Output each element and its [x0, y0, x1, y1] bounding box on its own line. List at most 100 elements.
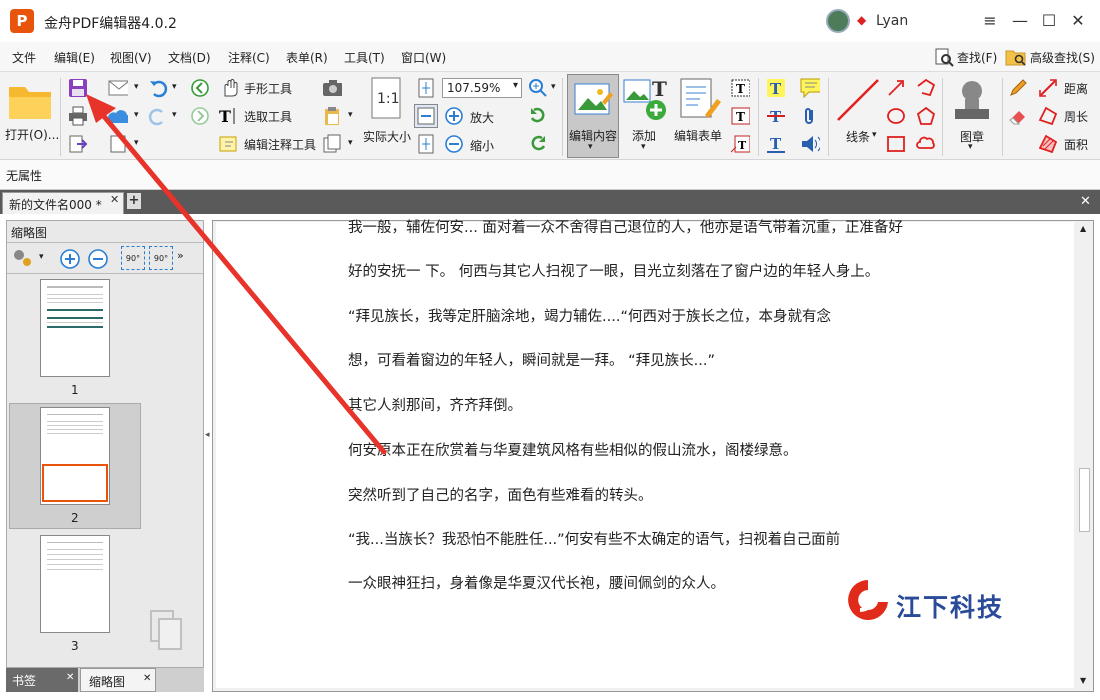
thumbnail-expand-icon[interactable]: »	[177, 249, 184, 262]
edit-content-dropdown-icon[interactable]: ▾	[588, 142, 593, 152]
zoom-tool-icon[interactable]	[528, 78, 548, 98]
edit-form-label[interactable]: 编辑表单	[674, 127, 722, 144]
close-thumbnail-tab-icon[interactable]: ✕	[143, 673, 151, 684]
rotate-left-90-icon[interactable]: 90°	[121, 246, 145, 270]
edit-annotation-icon[interactable]	[218, 134, 238, 154]
email-icon[interactable]	[108, 78, 128, 98]
page-setup-dropdown-icon[interactable]: ▾	[134, 138, 139, 148]
pencil-tool-icon[interactable]	[1008, 78, 1028, 98]
highlight-text-icon[interactable]: T	[766, 78, 786, 98]
copy-page-icon[interactable]	[322, 134, 342, 154]
fit-width-icon[interactable]	[414, 104, 438, 128]
arrow-tool-icon[interactable]	[886, 78, 906, 98]
avatar[interactable]	[826, 9, 850, 33]
zoom-tool-dropdown-icon[interactable]: ▾	[551, 82, 556, 92]
menu-tools[interactable]: 工具(T)	[344, 49, 385, 66]
thumbnail-tab[interactable]: 缩略图 ✕	[80, 668, 156, 692]
select-tool-label[interactable]: 选取工具	[244, 108, 292, 125]
close-all-tabs-icon[interactable]: ✕	[1080, 194, 1091, 209]
hand-tool-label[interactable]: 手形工具	[244, 80, 292, 97]
perimeter-label[interactable]: 周长	[1064, 108, 1088, 125]
distance-icon[interactable]	[1038, 78, 1058, 98]
snapshot-camera-icon[interactable]	[322, 78, 342, 98]
cloud-shape-icon[interactable]	[916, 134, 936, 154]
rotate-counterclockwise-icon[interactable]	[528, 134, 548, 154]
bookmark-tab[interactable]: 书签 ✕	[6, 668, 78, 692]
sound-icon[interactable]	[800, 134, 820, 154]
document-tab[interactable]: 新的文件名000 *	[2, 192, 124, 214]
settings-menu-icon[interactable]: ≡	[975, 8, 1005, 34]
attach-file-icon[interactable]	[800, 106, 820, 126]
underline-text-icon[interactable]: T	[766, 134, 786, 154]
menu-document[interactable]: 文档(D)	[168, 49, 211, 66]
add-icon[interactable]: T	[622, 76, 670, 122]
thumbnail-options-icon[interactable]	[11, 247, 35, 269]
scroll-down-icon[interactable]: ▼	[1080, 676, 1086, 685]
zoom-out-label[interactable]: 缩小	[470, 137, 494, 154]
line-label[interactable]: 线条	[846, 128, 870, 145]
undo-icon[interactable]	[148, 78, 168, 98]
thumbnail-page-1[interactable]	[40, 279, 110, 377]
thumbnail-page-3[interactable]	[40, 535, 110, 633]
ellipse-tool-icon[interactable]	[886, 106, 906, 126]
menu-window[interactable]: 窗口(W)	[401, 49, 446, 66]
email-dropdown-icon[interactable]: ▾	[134, 82, 139, 92]
rotate-clockwise-icon[interactable]	[528, 106, 548, 126]
scrollbar-thumb[interactable]	[1079, 468, 1090, 532]
open-label[interactable]: 打开(O)...	[5, 126, 59, 143]
advanced-find-button[interactable]: 高级查找(S)	[1005, 46, 1095, 68]
undo-dropdown-icon[interactable]: ▾	[172, 82, 177, 92]
scroll-up-icon[interactable]: ▲	[1080, 224, 1086, 233]
maximize-button[interactable]: ☐	[1034, 8, 1064, 34]
menu-edit[interactable]: 编辑(E)	[54, 49, 95, 66]
eraser-tool-icon[interactable]	[1008, 106, 1028, 126]
thumbnail-zoom-in-icon[interactable]	[59, 248, 81, 273]
thumbnail-options-dropdown-icon[interactable]: ▾	[39, 252, 44, 262]
zoom-in-label[interactable]: 放大	[470, 109, 494, 126]
line-tool-icon[interactable]	[834, 76, 882, 124]
text-field-icon[interactable]: T	[730, 78, 750, 98]
next-view-icon[interactable]	[190, 106, 210, 126]
polyline-tool-icon[interactable]	[916, 78, 936, 98]
zoom-dropdown-icon[interactable]: ▾	[513, 80, 518, 91]
area-label[interactable]: 面积	[1064, 136, 1088, 153]
zoom-out-icon[interactable]	[444, 134, 464, 154]
zoom-combobox[interactable]: 107.59% ▾	[442, 78, 522, 98]
menu-file[interactable]: 文件	[12, 49, 36, 66]
edit-annotation-label[interactable]: 编辑注释工具	[244, 136, 316, 153]
panel-collapse-icon[interactable]: ◂	[205, 430, 211, 480]
minimize-button[interactable]: —	[1005, 8, 1035, 34]
close-window-button[interactable]: ✕	[1063, 8, 1093, 34]
perimeter-icon[interactable]	[1038, 106, 1058, 126]
close-bookmark-tab-icon[interactable]: ✕	[66, 672, 74, 683]
menu-comment[interactable]: 注释(C)	[228, 49, 270, 66]
page-setup-icon[interactable]	[108, 134, 128, 154]
zoom-in-icon[interactable]	[444, 106, 464, 126]
cloud-upload-icon[interactable]	[108, 106, 128, 126]
redo-dropdown-icon[interactable]: ▾	[172, 110, 177, 120]
copy-dropdown-icon[interactable]: ▾	[348, 138, 353, 148]
vertical-scrollbar[interactable]: ▲ ▼	[1077, 222, 1092, 688]
stamp-icon[interactable]	[948, 76, 996, 126]
select-text-icon[interactable]: T	[218, 106, 238, 126]
save-icon[interactable]	[68, 78, 88, 98]
area-icon[interactable]	[1038, 134, 1058, 154]
distance-label[interactable]: 距离	[1064, 80, 1088, 97]
actual-size-label[interactable]: 实际大小	[363, 128, 411, 145]
close-tab-icon[interactable]: ✕	[110, 193, 119, 206]
clipboard-icon[interactable]	[322, 106, 342, 126]
menu-view[interactable]: 视图(V)	[110, 49, 152, 66]
export-icon[interactable]	[68, 134, 88, 154]
actual-size-icon[interactable]: 1:1	[368, 76, 404, 120]
open-folder-icon[interactable]	[6, 80, 54, 122]
cloud-dropdown-icon[interactable]: ▾	[134, 110, 139, 120]
hand-tool-icon[interactable]	[220, 78, 240, 98]
add-dropdown-icon[interactable]: ▾	[641, 142, 646, 152]
rotate-right-90-icon[interactable]: 90°	[149, 246, 173, 270]
callout-text-icon[interactable]: T	[730, 134, 750, 154]
thumbnail-page-2[interactable]	[40, 407, 110, 505]
rectangle-tool-icon[interactable]	[886, 134, 906, 154]
user-name[interactable]: Lyan	[876, 13, 908, 29]
line-dropdown-icon[interactable]: ▾	[872, 130, 877, 140]
polygon-tool-icon[interactable]	[916, 106, 936, 126]
